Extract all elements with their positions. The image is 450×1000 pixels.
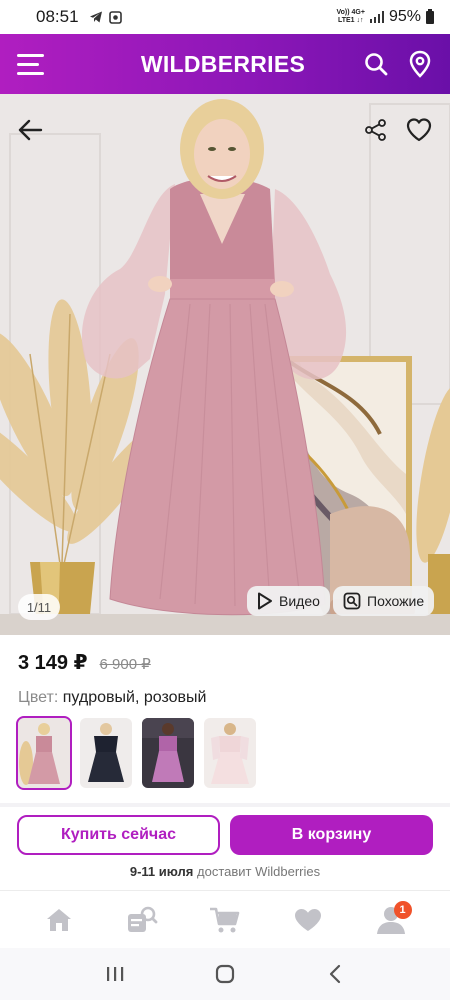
delivery-info: 9-11 июля доставит Wildberries <box>0 864 450 879</box>
home-button-icon[interactable] <box>200 954 250 994</box>
home-icon[interactable] <box>36 897 82 943</box>
color-variants <box>16 716 256 790</box>
status-time: 08:51 <box>36 7 79 26</box>
heart-icon[interactable] <box>399 110 439 150</box>
color-value: пудровый, розовый <box>62 689 207 706</box>
battery-percent: 95% <box>388 8 421 25</box>
variant-thumbnail-black[interactable] <box>80 718 132 788</box>
similar-button[interactable]: Похожие <box>333 586 435 616</box>
location-pin-icon[interactable] <box>398 34 442 94</box>
variant-thumbnail-white[interactable] <box>204 718 256 788</box>
share-icon[interactable] <box>356 110 396 150</box>
battery-icon <box>426 8 434 24</box>
video-label: Видео <box>279 593 320 609</box>
purchase-actions: Купить сейчас В корзину <box>17 815 433 855</box>
network-indicator: Vo)) 4G+ LTE1 ↓↑ <box>336 9 365 24</box>
buy-now-button[interactable]: Купить сейчас <box>17 815 220 855</box>
back-button-icon[interactable] <box>310 954 360 994</box>
back-arrow-icon[interactable] <box>10 110 50 150</box>
profile-icon[interactable]: 1 <box>368 897 414 943</box>
app-notification-icon <box>108 10 122 24</box>
price-row: 3 149 ₽ 6 900 ₽ <box>18 650 151 675</box>
system-navigation-bar <box>0 948 450 1000</box>
menu-icon[interactable] <box>0 34 60 94</box>
product-photo[interactable]: 1/11 Видео Похожие <box>0 94 450 635</box>
signal-icon <box>369 11 384 23</box>
status-right: Vo)) 4G+ LTE1 ↓↑ 95% <box>336 8 434 26</box>
product-image <box>0 94 450 635</box>
favorites-icon[interactable] <box>285 897 331 943</box>
section-divider <box>0 803 450 807</box>
recent-apps-icon[interactable] <box>90 954 140 994</box>
delivery-text: доставит Wildberries <box>197 864 321 879</box>
telegram-icon <box>89 11 102 23</box>
old-price: 6 900 ₽ <box>99 656 151 673</box>
color-label: Цвет: <box>18 689 59 706</box>
add-to-cart-button[interactable]: В корзину <box>230 815 433 855</box>
color-row: Цвет: пудровый, розовый <box>18 689 206 707</box>
variant-thumbnail-purple[interactable] <box>142 718 194 788</box>
brand-logo[interactable]: WILDBERRIES <box>60 51 354 78</box>
delivery-dates: 9-11 июля <box>129 864 194 879</box>
profile-badge: 1 <box>393 900 412 919</box>
app-header: WILDBERRIES <box>0 34 450 94</box>
status-notification-icons <box>89 10 122 24</box>
similar-search-icon <box>343 592 361 610</box>
status-bar: 08:51 Vo)) 4G+ LTE1 ↓↑ 95% <box>0 0 450 34</box>
variant-thumbnail-pink[interactable] <box>16 716 72 790</box>
similar-label: Похожие <box>367 593 425 609</box>
cart-icon[interactable] <box>202 897 248 943</box>
video-button[interactable]: Видео <box>247 586 330 616</box>
search-icon[interactable] <box>354 34 398 94</box>
play-icon <box>258 592 272 610</box>
current-price: 3 149 ₽ <box>18 652 88 674</box>
image-counter: 1/11 <box>18 594 60 620</box>
bottom-tab-bar: 1 <box>0 890 450 948</box>
catalog-icon[interactable] <box>119 897 165 943</box>
